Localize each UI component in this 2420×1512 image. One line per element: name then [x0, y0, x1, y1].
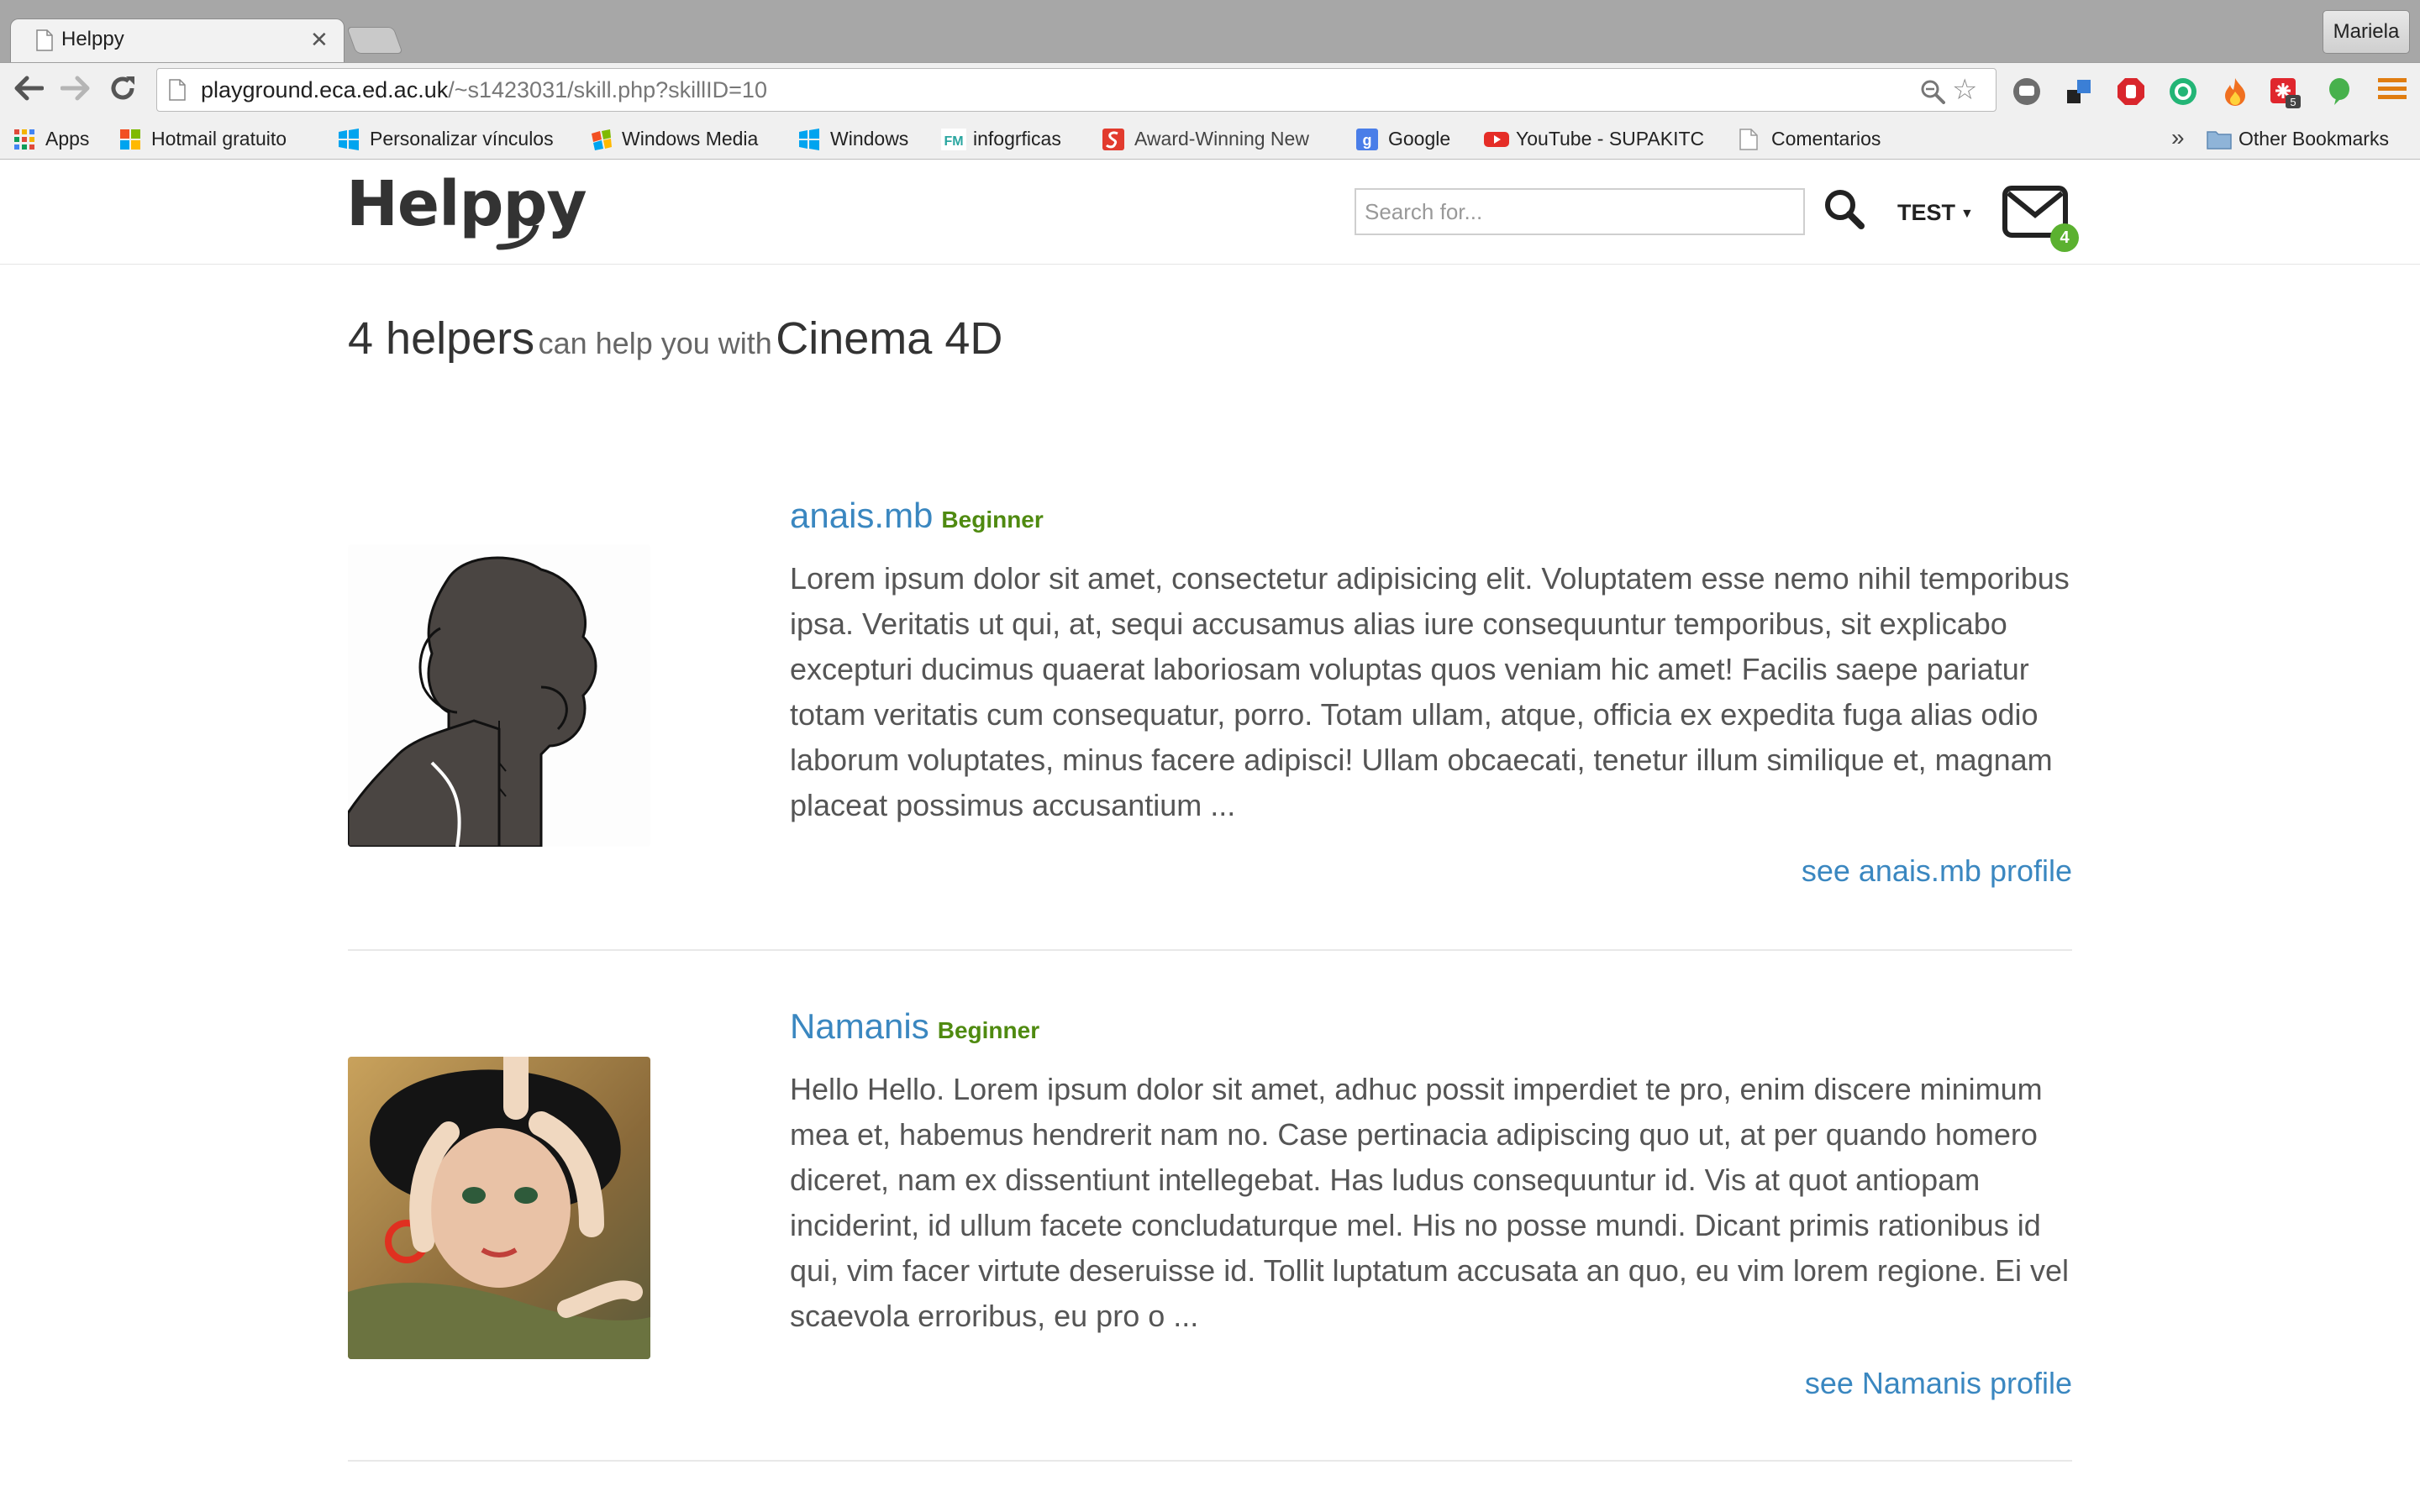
- helper-name-link[interactable]: Namanis: [790, 1006, 929, 1046]
- helper-bio: Lorem ipsum dolor sit amet, consectetur …: [790, 561, 2070, 822]
- results-headline: 4 helpers can help you with Cinema 4D: [348, 312, 1002, 365]
- bookmark-label: YouTube - SUPAKITC: [1516, 128, 1705, 150]
- address-bar[interactable]: playground.eca.ed.ac.uk/~s1423031/skill.…: [156, 68, 1996, 112]
- search-input[interactable]: [1355, 188, 1805, 235]
- bookmark-google[interactable]: g Google: [1356, 119, 1450, 159]
- google-icon: g: [1356, 128, 1378, 150]
- extension-squares-icon[interactable]: [2064, 76, 2094, 107]
- profile-button[interactable]: Mariela: [2323, 10, 2410, 54]
- logo-swoosh: [496, 225, 539, 250]
- apps-grid-icon: [13, 129, 35, 150]
- bookmark-label: Personalizar vínculos: [370, 128, 554, 150]
- bookmark-label: Windows: [830, 128, 909, 150]
- helper-card: anais.mb Beginner Lorem ipsum dolor sit a…: [348, 496, 2072, 916]
- award-icon: [1102, 128, 1124, 150]
- browser-tab[interactable]: Helppy ✕: [10, 18, 345, 66]
- bookmark-apps[interactable]: Apps: [13, 119, 89, 159]
- folder-icon: [2207, 129, 2232, 150]
- extension-fire-icon[interactable]: [2220, 76, 2250, 107]
- bookmark-award-winning[interactable]: Award-Winning New: [1102, 119, 1309, 159]
- svg-text:5: 5: [2290, 96, 2296, 108]
- skill-level-badge: Beginner: [937, 1017, 1040, 1043]
- forward-arrow-icon[interactable]: [60, 75, 91, 102]
- windows-media-icon: [590, 129, 612, 150]
- divider: [348, 1460, 2072, 1462]
- site-logo[interactable]: Helppy: [346, 168, 587, 240]
- headline-connector: can help you with: [538, 326, 772, 360]
- bookmark-label: infogrficas: [973, 128, 1061, 150]
- extension-grammarly-icon[interactable]: [2168, 76, 2198, 107]
- bookmarks-bar: Apps Hotmail gratuito Personalizar víncu…: [0, 119, 2420, 160]
- bookmark-youtube[interactable]: YouTube - SUPAKITC: [1484, 119, 1704, 159]
- other-bookmarks-label: Other Bookmarks: [2238, 128, 2389, 150]
- user-menu-label: TEST: [1897, 200, 1956, 225]
- new-tab-button[interactable]: [346, 27, 403, 54]
- skill-name: Cinema 4D: [776, 313, 1003, 364]
- helper-bio: Hello Hello. Lorem ipsum dolor sit amet,…: [790, 1072, 2070, 1333]
- tab-strip: Helppy ✕ Mariela: [0, 0, 2420, 66]
- other-bookmarks[interactable]: Other Bookmarks: [2207, 119, 2389, 159]
- helper-card: Namanis Beginner Hello Hello. Lorem ipsum…: [348, 1006, 2072, 1426]
- svg-text:g: g: [1363, 132, 1372, 149]
- bookmark-label: Award-Winning New: [1134, 128, 1309, 150]
- windows-logo-icon: [119, 129, 141, 150]
- svg-text:FM: FM: [944, 134, 963, 149]
- bookmark-label: Hotmail gratuito: [151, 128, 287, 150]
- bookmark-windows[interactable]: Windows: [798, 119, 908, 159]
- caret-down-icon: ▼: [1960, 206, 1974, 221]
- page-icon: [1739, 128, 1761, 150]
- extension-puzzle-badge-icon[interactable]: 5: [2269, 76, 2302, 110]
- bookmark-star-icon[interactable]: ☆: [1952, 76, 1977, 104]
- extension-evernote-icon[interactable]: [2324, 76, 2354, 107]
- bookmark-label: Windows Media: [622, 128, 759, 150]
- see-profile-link[interactable]: see anais.mb profile: [1802, 853, 2072, 889]
- helper-name[interactable]: Namanis Beginner: [790, 1006, 1039, 1047]
- menu-hamburger-icon[interactable]: [2378, 76, 2407, 102]
- helper-count: 4 helpers: [348, 313, 535, 364]
- zoom-icon[interactable]: [1920, 79, 1945, 104]
- bookmark-label: Apps: [45, 128, 90, 150]
- search-icon[interactable]: [1822, 186, 1869, 234]
- url-path: /~s1423031/skill.php?skillID=10: [448, 77, 767, 102]
- windows-flag-icon: [338, 128, 360, 150]
- fm-icon: FM: [941, 128, 966, 150]
- page-icon: [36, 29, 53, 51]
- back-arrow-icon[interactable]: [13, 75, 44, 102]
- page-icon: [169, 79, 186, 101]
- url-host: playground.eca.ed.ac.uk: [201, 77, 449, 102]
- bookmark-hotmail[interactable]: Hotmail gratuito: [119, 119, 287, 159]
- see-profile-link[interactable]: see Namanis profile: [1805, 1366, 2072, 1401]
- avatar[interactable]: [348, 544, 650, 847]
- avatar[interactable]: [348, 1057, 650, 1359]
- divider: [348, 949, 2072, 951]
- bookmark-label: Comentarios: [1771, 128, 1881, 150]
- extension-stop-hand-icon[interactable]: [2116, 76, 2146, 107]
- helper-name[interactable]: anais.mb Beginner: [790, 496, 1044, 536]
- windows-flag-icon: [798, 128, 820, 150]
- helper-name-link[interactable]: anais.mb: [790, 496, 933, 535]
- youtube-icon: [1484, 129, 1509, 150]
- bookmark-label: Google: [1388, 128, 1451, 150]
- bookmark-personalizar[interactable]: Personalizar vínculos: [338, 119, 554, 159]
- browser-chrome: Helppy ✕ Mariela playground.eca.ed.ac.uk…: [0, 0, 2420, 160]
- close-tab-icon[interactable]: ✕: [310, 28, 329, 51]
- bookmark-comentarios[interactable]: Comentarios: [1739, 119, 1881, 159]
- url-text: playground.eca.ed.ac.uk/~s1423031/skill.…: [201, 77, 767, 103]
- extension-chat-icon[interactable]: [2012, 76, 2042, 107]
- browser-toolbar: playground.eca.ed.ac.uk/~s1423031/skill.…: [0, 62, 2420, 120]
- bookmark-infograficas[interactable]: FM infogrficas: [941, 119, 1061, 159]
- mail-count-badge: 4: [2050, 223, 2079, 252]
- chevron-right-icon[interactable]: »: [2171, 124, 2185, 151]
- skill-level-badge: Beginner: [941, 507, 1044, 533]
- site-header: Helppy TEST ▼ 4: [0, 160, 2420, 265]
- user-menu-dropdown[interactable]: TEST ▼: [1897, 200, 1974, 226]
- tab-title: Helppy: [61, 28, 124, 50]
- reload-icon[interactable]: [108, 73, 138, 103]
- bookmark-windows-media[interactable]: Windows Media: [590, 119, 758, 159]
